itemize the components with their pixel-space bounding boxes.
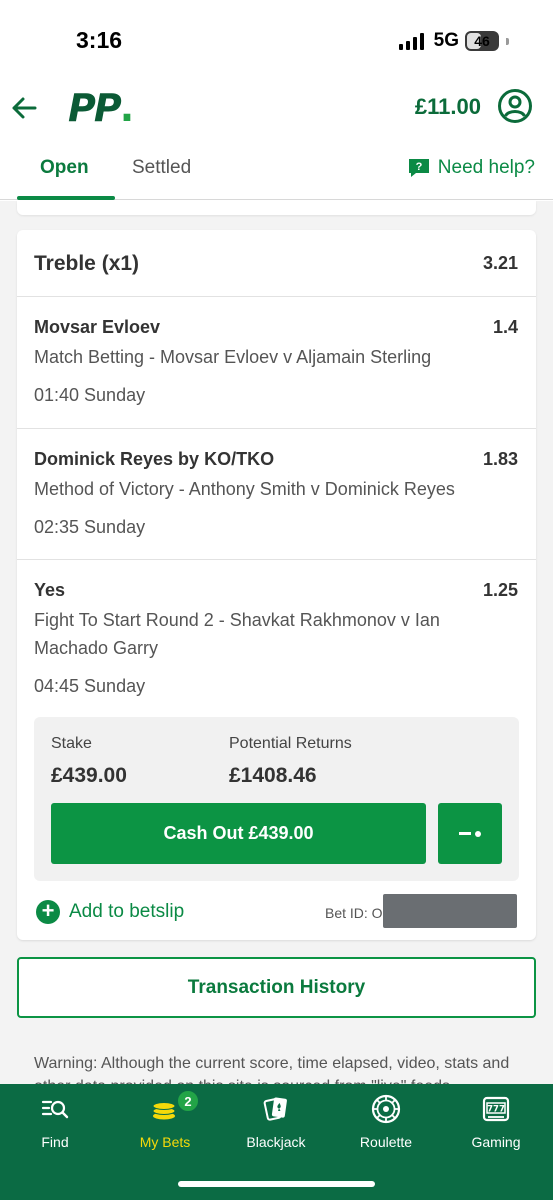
nav-roulette[interactable]: Roulette [336,1094,436,1150]
cash-out-button[interactable]: Cash Out £439.00 [51,803,426,864]
battery-icon: 46 [465,31,499,51]
bet-total-odds: 3.21 [482,253,518,273]
my-bets-count-badge: 2 [177,1090,199,1112]
bet-card: Treble (x1) 3.21 Movsar Evloev 1.4 Match… [17,230,536,940]
warning-text: Warning: Although the current score, tim… [34,1055,510,1084]
bet-id: Bet ID: O [325,905,383,921]
status-time: 3:16 [76,27,123,53]
nav-blackjack[interactable]: Blackjack [226,1094,326,1150]
leg-odds: 1.83 [482,449,518,469]
stake-label: Stake [51,735,92,752]
cards-icon [263,1097,287,1121]
signal-icon [398,32,424,50]
leg-market: Method of Victory - Anthony Smith v Domi… [34,479,455,499]
nav-blackjack-label: Blackjack [246,1134,306,1150]
leg-market: Fight To Start Round 2 - Shavkat Rakhmon… [34,610,440,658]
nav-roulette-label: Roulette [359,1134,413,1150]
account-icon[interactable] [497,88,533,124]
status-indicators: 5G 46 [398,30,509,52]
home-indicator [178,1181,375,1187]
cash-out-panel: Stake £439.00 Potential Returns £1408.46… [34,717,519,881]
leg-time: 02:35 Sunday [34,517,146,537]
logo-text: PP [68,86,122,130]
potential-returns-value: £1408.46 [229,764,317,787]
brand-logo[interactable]: PP. [68,86,134,130]
bet-type: Treble (x1) [34,252,140,275]
svg-text:777: 777 [487,1105,505,1115]
leg-odds: 1.25 [482,580,518,600]
leg-time: 04:45 Sunday [34,676,146,696]
tab-settled[interactable]: Settled [132,157,191,179]
slider-dot-icon [475,830,481,837]
nav-gaming-label: Gaming [471,1134,521,1150]
partial-cash-out-button[interactable] [438,803,502,864]
transaction-history-button[interactable]: Transaction History [17,957,536,1018]
need-help-label: Need help? [437,157,535,178]
bet-tabs: Open Settled ? Need help? [0,140,553,200]
battery-tip [506,37,509,45]
battery-level: 46 [474,33,490,49]
need-help-link[interactable]: ? Need help? [408,157,535,179]
bet-leg: Yes 1.25 Fight To Start Round 2 - Shavka… [17,560,536,710]
active-tab-indicator [17,196,115,200]
coins-icon [152,1102,176,1120]
redaction-block [383,894,517,928]
nav-my-bets-label: My Bets [139,1134,191,1150]
bet-leg: Movsar Evloev 1.4 Match Betting - Movsar… [17,297,536,429]
leg-market: Match Betting - Movsar Evloev v Aljamain… [34,347,432,367]
add-to-betslip-link[interactable]: + Add to betslip [36,900,184,924]
bets-list[interactable]: Treble (x1) 3.21 Movsar Evloev 1.4 Match… [0,201,553,1084]
svg-text:?: ? [415,161,422,173]
nav-find-label: Find [41,1134,69,1150]
leg-selection: Movsar Evloev [34,317,161,337]
slot-machine-icon: 777 [482,1096,510,1122]
add-to-betslip-label: Add to betslip [69,901,185,922]
nav-my-bets[interactable]: 2 My Bets [115,1090,215,1150]
leg-selection: Yes [34,580,66,600]
tab-open[interactable]: Open [40,157,89,179]
leg-time: 01:40 Sunday [34,385,146,405]
back-arrow-icon[interactable] [10,94,38,122]
plus-circle-icon: + [36,900,60,924]
app-header: PP. £11.00 [0,80,553,140]
search-list-icon [41,1100,69,1119]
previous-bet-card [17,201,536,215]
roulette-icon [371,1094,401,1124]
bet-card-header: Treble (x1) 3.21 [17,230,536,297]
status-bar: 3:16 5G 46 [0,0,553,80]
potential-returns-label: Potential Returns [229,735,352,752]
help-chat-icon: ? [408,159,429,177]
stake-value: £439.00 [51,764,127,787]
network-type: 5G [433,30,459,51]
leg-odds: 1.4 [492,317,518,337]
bet-leg: Dominick Reyes by KO/TKO 1.83 Method of … [17,429,536,560]
nav-gaming[interactable]: 777 Gaming [446,1094,546,1150]
slider-line-icon [459,832,471,835]
account-balance[interactable]: £11.00 [415,94,481,120]
nav-find[interactable]: Find [5,1094,105,1150]
leg-selection: Dominick Reyes by KO/TKO [34,449,275,469]
